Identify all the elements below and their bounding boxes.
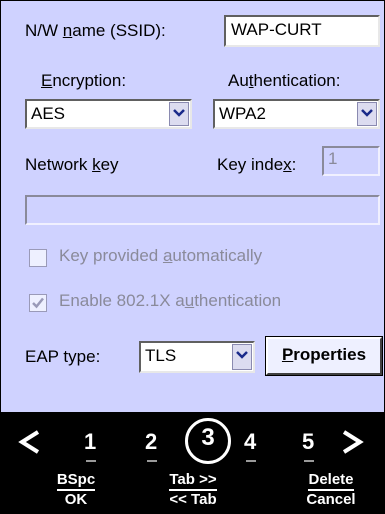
- softkey-center-top: Tab >>: [169, 471, 217, 491]
- key-3-label: 3: [201, 424, 215, 451]
- softkey-center-bottom: << Tab: [169, 491, 217, 508]
- wireless-settings-panel: N/W name (SSID): WAP-CURT Encryption: Au…: [0, 0, 385, 413]
- key-1[interactable]: 1: [84, 429, 96, 455]
- checkmark-icon: [32, 297, 44, 309]
- chevron-down-icon[interactable]: [232, 344, 252, 370]
- enable-8021x-checkbox: [29, 294, 47, 312]
- key-2[interactable]: 2: [145, 429, 157, 455]
- encryption-label: Encryption:: [41, 71, 127, 90]
- key-5[interactable]: 5: [302, 429, 314, 455]
- key-bar: [304, 460, 314, 462]
- encryption-value: AES: [31, 104, 66, 123]
- authentication-value: WPA2: [219, 104, 266, 123]
- key-4[interactable]: 4: [244, 429, 256, 455]
- softkey-left[interactable]: BSpc OK: [48, 471, 104, 508]
- enable-8021x-label: Enable 802.1X authentication: [59, 291, 282, 310]
- key-index-input: 1: [322, 146, 380, 176]
- eap-type-value: TLS: [145, 346, 177, 365]
- device-screen: N/W name (SSID): WAP-CURT Encryption: Au…: [0, 0, 385, 514]
- chevron-down-icon[interactable]: [169, 102, 189, 126]
- chevron-down-icon[interactable]: [357, 102, 377, 126]
- network-key-input: [25, 195, 380, 225]
- ssid-label: N/W name (SSID):: [25, 21, 166, 40]
- ssid-input[interactable]: WAP-CURT: [224, 15, 380, 47]
- key-bar: [246, 460, 256, 462]
- key-auto-checkbox: [29, 249, 47, 267]
- eap-type-label: EAP type:: [25, 347, 101, 366]
- key-bar: [86, 460, 96, 462]
- authentication-label: Authentication:: [228, 71, 341, 90]
- right-arrow-icon[interactable]: [340, 429, 364, 455]
- key-bar: [147, 460, 157, 462]
- softkey-right-top: Delete: [308, 471, 354, 491]
- softkey-left-top: BSpc: [56, 471, 96, 491]
- encryption-select[interactable]: AES: [25, 99, 192, 129]
- soft-keyboard: 1 2 3 4 5 BSpc OK Tab >> << Tab Delete C…: [0, 413, 385, 514]
- authentication-select[interactable]: WPA2: [213, 99, 380, 129]
- softkey-right[interactable]: Delete Cancel: [296, 471, 366, 508]
- eap-type-select[interactable]: TLS: [139, 341, 255, 373]
- softkey-right-bottom: Cancel: [306, 491, 356, 508]
- network-key-label: Network key: [25, 155, 119, 174]
- key-auto-label: Key provided automatically: [59, 246, 263, 265]
- key-index-label: Key index:: [217, 155, 297, 174]
- properties-button[interactable]: Properties: [265, 336, 383, 376]
- softkey-center[interactable]: Tab >> << Tab: [160, 471, 226, 508]
- softkey-left-bottom: OK: [64, 491, 88, 508]
- key-3-selected[interactable]: 3: [185, 418, 231, 464]
- left-arrow-icon[interactable]: [18, 429, 42, 455]
